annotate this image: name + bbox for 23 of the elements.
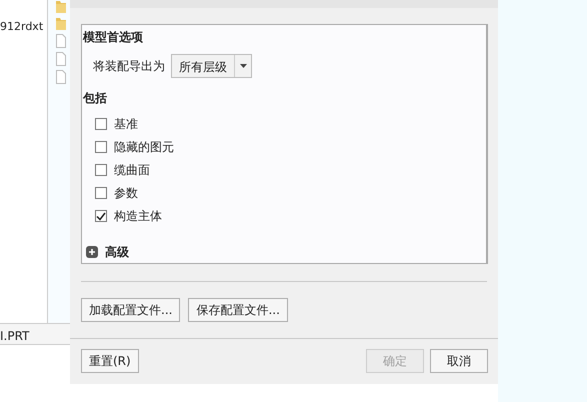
checkbox-label[interactable]: 隐藏的图元 [114,138,174,156]
caret-icon [240,64,246,68]
export-dropdown[interactable]: 所有层级 [171,54,252,78]
dialog-button[interactable]: 重置(R) [81,349,139,373]
section-title: 包括 [83,90,108,107]
checkbox[interactable] [95,187,107,199]
file-name[interactable]: 912rdxt [0,19,47,36]
checkbox-label[interactable]: 构造主体 [114,207,162,225]
checkbox-label[interactable]: 基准 [114,115,138,133]
checkbox[interactable] [95,141,107,153]
export-label: 将装配导出为 [93,58,165,75]
advanced-label[interactable]: 高级 [105,243,129,261]
dialog-button[interactable]: 取消 [430,349,488,373]
checkbox-label[interactable]: 参数 [114,184,138,202]
config-button[interactable]: 保存配置文件... [188,298,288,322]
checkbox-label[interactable]: 缆曲面 [114,161,150,179]
checkbox[interactable] [95,210,107,222]
section-title: 模型首选项 [83,29,144,46]
expand-icon[interactable] [86,246,98,258]
checkbox[interactable] [95,164,107,176]
config-button[interactable]: 加载配置文件... [81,298,180,322]
status-text: I.PRT [0,329,30,343]
checkbox[interactable] [95,118,107,130]
